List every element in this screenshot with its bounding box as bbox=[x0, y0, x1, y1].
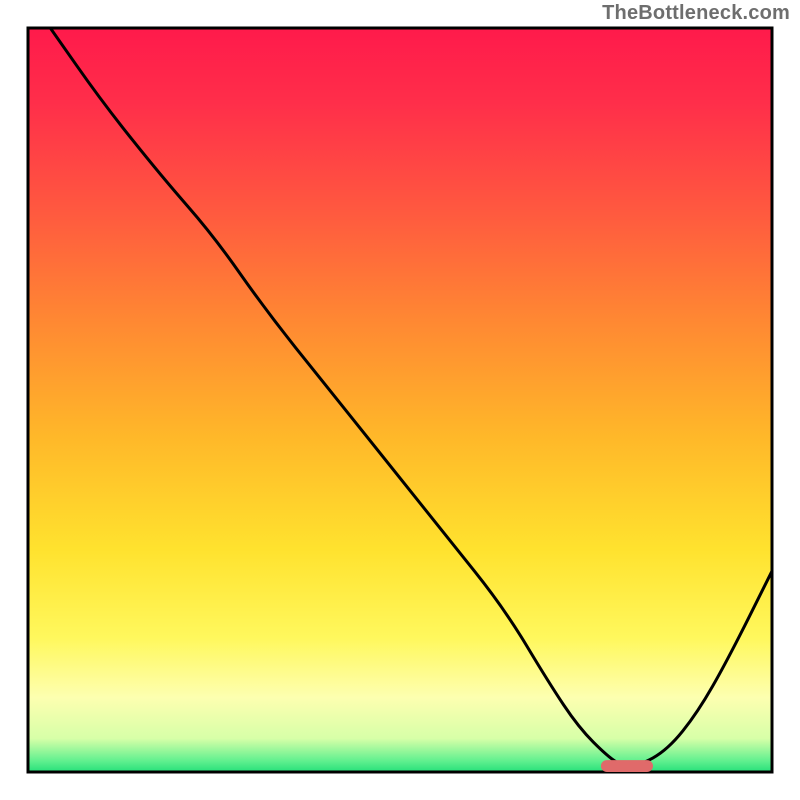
chart-container: TheBottleneck.com bbox=[0, 0, 800, 800]
plot-background bbox=[28, 28, 772, 772]
bottleneck-chart bbox=[0, 0, 800, 800]
highlight-marker bbox=[601, 760, 653, 772]
watermark-text: TheBottleneck.com bbox=[602, 2, 790, 25]
